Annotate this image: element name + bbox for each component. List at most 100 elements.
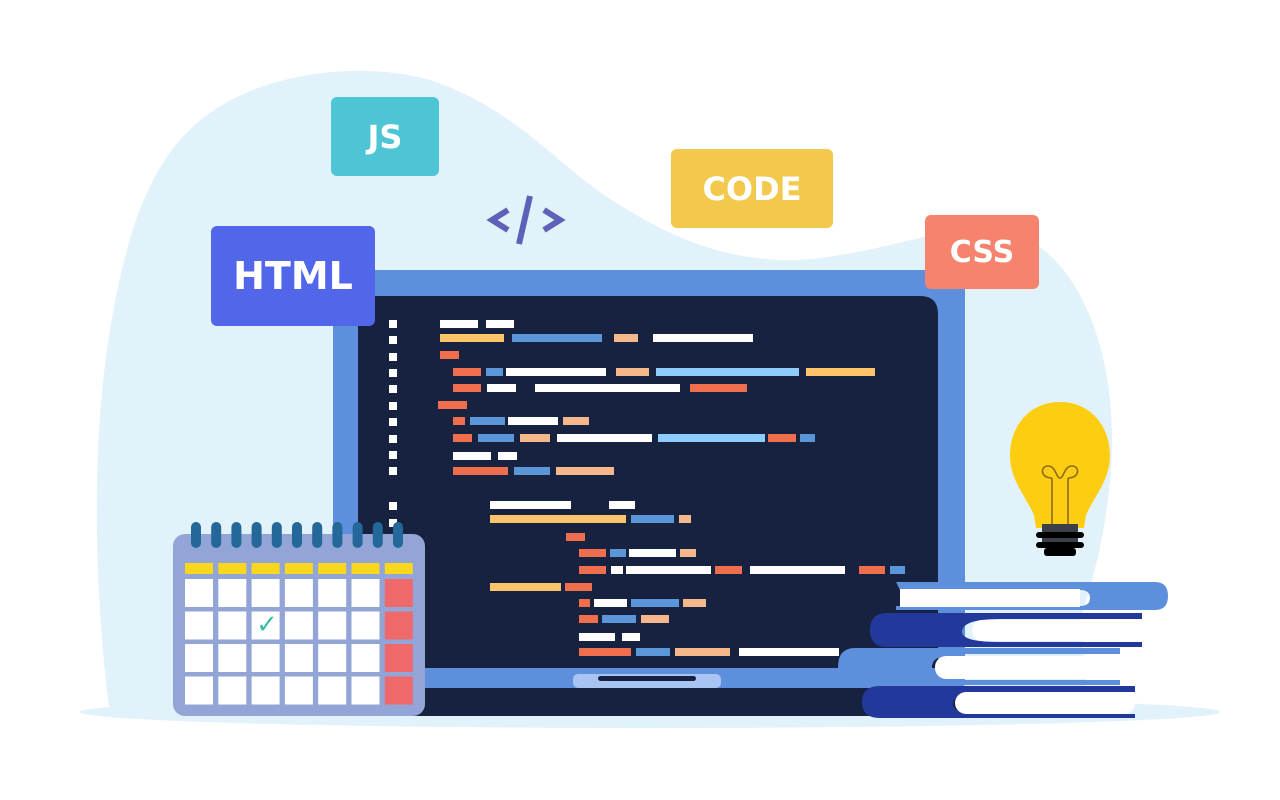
code-token <box>806 368 875 376</box>
code-token <box>680 549 696 557</box>
code-token <box>506 368 606 376</box>
calendar-day-cell <box>351 644 380 672</box>
code-token <box>440 334 504 342</box>
calendar-ring <box>372 522 383 548</box>
calendar-day-cell <box>185 611 213 640</box>
code-token <box>498 452 517 460</box>
calendar-day-cell <box>251 579 280 607</box>
code-token <box>610 549 626 557</box>
calendar-ring <box>211 522 222 548</box>
code-token <box>490 583 561 591</box>
code-token <box>636 648 670 656</box>
calendar <box>173 522 425 716</box>
calendar-day-cell <box>185 676 213 705</box>
calendar-day-cell <box>318 611 347 640</box>
code-token <box>490 515 626 523</box>
code-token <box>453 434 472 442</box>
code-token <box>658 434 765 442</box>
code-token <box>579 615 598 623</box>
calendar-ring <box>332 522 343 548</box>
gutter-marker <box>389 385 397 393</box>
calendar-header-cell <box>318 563 347 574</box>
calendar-day-cell <box>185 644 213 672</box>
calendar-day-cell <box>218 676 247 705</box>
calendar-day-cell <box>218 611 247 640</box>
code-token <box>470 417 505 425</box>
calendar-ring <box>191 522 201 548</box>
code-token <box>602 615 636 623</box>
code-token <box>679 515 691 523</box>
gutter-marker <box>389 353 397 361</box>
code-token <box>514 467 550 475</box>
calendar-day-cell <box>284 611 313 640</box>
gutter-marker <box>389 467 397 475</box>
calendar-ring <box>312 522 323 548</box>
badge-css: CSS <box>925 215 1039 289</box>
code-token <box>579 633 615 641</box>
code-token <box>520 434 550 442</box>
code-token <box>453 417 465 425</box>
code-token <box>768 434 796 442</box>
badge-code: CODE <box>671 149 833 228</box>
badge-html: HTML <box>211 226 375 326</box>
calendar-ring <box>352 522 363 548</box>
code-token <box>508 417 558 425</box>
book-pages <box>955 692 1135 714</box>
code-token <box>690 384 747 392</box>
code-token <box>683 599 706 607</box>
gutter-marker <box>389 369 397 377</box>
code-token <box>579 566 606 574</box>
code-token <box>563 417 589 425</box>
code-token <box>653 334 753 342</box>
code-token <box>579 549 606 557</box>
code-token <box>614 334 638 342</box>
calendar-day-cell <box>284 676 313 705</box>
calendar-day-cell <box>318 644 347 672</box>
code-token <box>579 648 631 656</box>
code-token <box>440 351 459 359</box>
calendar-day-cell <box>318 676 347 705</box>
code-token <box>486 320 514 328</box>
code-token <box>565 583 592 591</box>
book-pages <box>900 589 1080 607</box>
code-token <box>566 533 585 541</box>
gutter-marker <box>389 435 397 443</box>
calendar-header-cell <box>218 563 247 574</box>
calendar-ring <box>292 522 302 548</box>
code-token <box>715 566 742 574</box>
calendar-day-cell <box>351 611 380 640</box>
calendar-day-cell <box>384 579 413 607</box>
code-token <box>890 566 905 574</box>
code-token <box>641 615 669 623</box>
code-token <box>859 566 885 574</box>
code-token <box>629 549 676 557</box>
code-token <box>535 384 680 392</box>
calendar-day-cell <box>185 579 213 607</box>
calendar-ring <box>231 522 242 548</box>
calendar-grid <box>185 563 413 705</box>
gutter-marker <box>389 402 397 410</box>
code-token <box>512 334 602 342</box>
gutter-marker <box>389 502 397 510</box>
book-pages <box>935 656 1120 679</box>
calendar-header-cell <box>351 563 380 574</box>
gutter-marker <box>389 418 397 426</box>
code-token <box>800 434 815 442</box>
laptop-notch <box>598 676 696 681</box>
code-token <box>478 434 514 442</box>
calendar-day-cell <box>284 579 313 607</box>
code-token <box>440 320 478 328</box>
code-token <box>579 599 590 607</box>
book-pages <box>972 620 1142 641</box>
scene-svg <box>80 70 1220 728</box>
code-token <box>626 566 711 574</box>
calendar-ring <box>393 522 403 548</box>
code-token <box>631 515 674 523</box>
gutter-marker <box>389 320 397 328</box>
code-token <box>453 384 481 392</box>
calendar-day-cell <box>251 676 280 705</box>
calendar-day-cell <box>351 676 380 705</box>
code-token <box>594 599 627 607</box>
code-token <box>438 401 467 409</box>
calendar-header-cell <box>384 563 413 574</box>
